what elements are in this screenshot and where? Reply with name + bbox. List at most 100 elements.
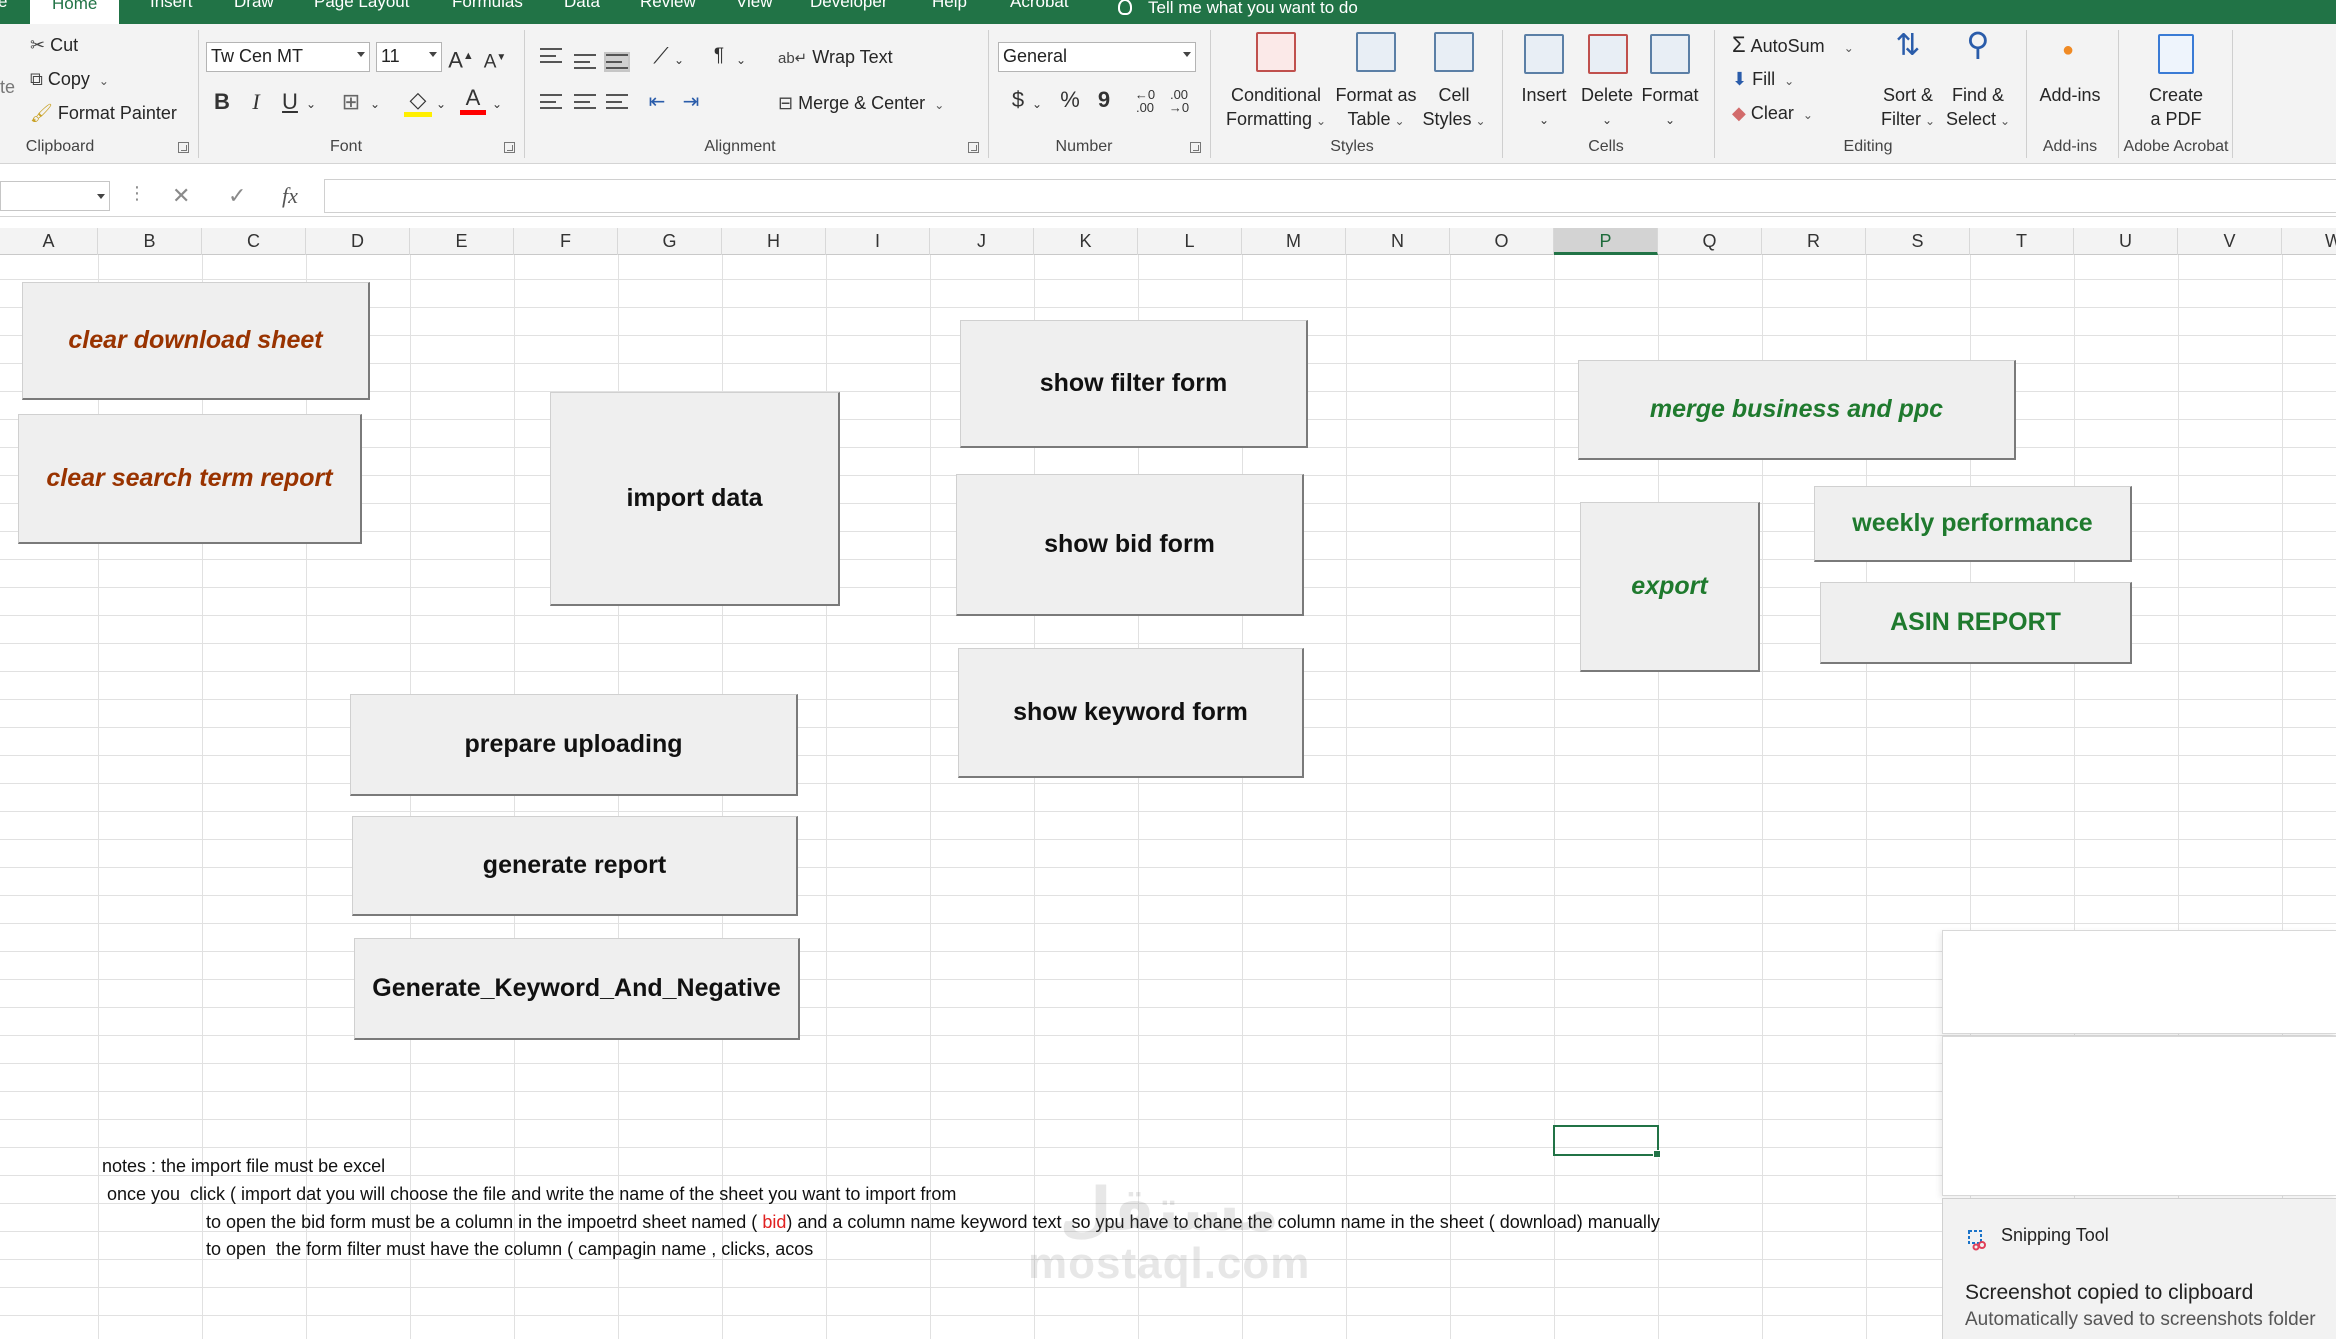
cut-button[interactable]: ✂ Cut	[30, 34, 78, 56]
align-bottom-icon[interactable]	[604, 52, 630, 72]
comma-button[interactable]: 9	[1090, 86, 1118, 114]
tab-draw[interactable]: Draw	[234, 0, 274, 24]
show-filter-form-button[interactable]: show filter form	[960, 320, 1308, 448]
create-pdf-label-2[interactable]: a PDF	[2150, 108, 2201, 130]
pdf-document-icon[interactable]	[2158, 34, 2194, 74]
export-button[interactable]: export	[1580, 502, 1760, 672]
percent-button[interactable]: %	[1056, 86, 1084, 114]
font-color-icon[interactable]: A	[460, 86, 486, 115]
delete-cells-label[interactable]: Delete	[1581, 84, 1633, 106]
asin-report-button[interactable]: ASIN REPORT	[1820, 582, 2132, 664]
clipboard-launcher-icon[interactable]	[178, 142, 189, 153]
column-header-r[interactable]: R	[1762, 228, 1866, 255]
snipping-tool-toast[interactable]: Snipping Tool Screenshot copied to clipb…	[1942, 1198, 2336, 1339]
align-center-icon[interactable]	[574, 94, 596, 110]
tab-insert[interactable]: Insert	[150, 0, 193, 24]
column-header-d[interactable]: D	[306, 228, 410, 255]
conditional-formatting-icon[interactable]	[1256, 32, 1296, 72]
tab-developer[interactable]: Developer	[810, 0, 888, 24]
column-header-o[interactable]: O	[1450, 228, 1554, 255]
underline-dropdown-icon[interactable]: ⌄	[306, 92, 316, 116]
delete-cells-icon[interactable]	[1588, 34, 1628, 74]
align-top-icon[interactable]	[540, 48, 562, 64]
align-left-icon[interactable]	[540, 94, 562, 110]
currency-dropdown-icon[interactable]: ⌄	[1032, 92, 1042, 116]
align-right-icon[interactable]	[606, 94, 628, 110]
tab-page-layout[interactable]: Page Layout	[314, 0, 409, 24]
column-header-s[interactable]: S	[1866, 228, 1970, 255]
font-size-dropdown[interactable]: 11	[376, 42, 442, 72]
decrease-decimal-icon[interactable]: .00 →0	[1166, 88, 1192, 114]
cell-styles-label-1[interactable]: Cell	[1438, 84, 1469, 106]
alignment-launcher-icon[interactable]	[968, 142, 979, 153]
cancel-entry-icon[interactable]: ✕	[172, 183, 190, 209]
paste-partial-label[interactable]: te	[0, 76, 15, 98]
increase-font-icon[interactable]: A▲	[448, 44, 474, 72]
column-header-l[interactable]: L	[1138, 228, 1242, 255]
fill-color-dropdown-icon[interactable]: ⌄	[436, 92, 446, 116]
sort-filter-icon[interactable]: ⇅	[1886, 31, 1930, 61]
column-header-a[interactable]: A	[0, 228, 98, 255]
chevron-down-icon[interactable]: ⌄	[1538, 108, 1550, 132]
autosum-button[interactable]: Σ AutoSum ⌄	[1732, 34, 1854, 59]
column-header-u[interactable]: U	[2074, 228, 2178, 255]
active-cell-p[interactable]	[1553, 1125, 1661, 1158]
italic-button[interactable]: I	[242, 88, 270, 116]
name-box[interactable]	[0, 181, 110, 211]
font-name-dropdown[interactable]: Tw Cen MT	[206, 42, 370, 72]
format-as-table-icon[interactable]	[1356, 32, 1396, 72]
generate-report-button[interactable]: generate report	[352, 816, 798, 916]
font-launcher-icon[interactable]	[504, 142, 515, 153]
prepare-uploading-button[interactable]: prepare uploading	[350, 694, 798, 796]
number-format-dropdown[interactable]: General	[998, 42, 1196, 72]
orientation-dropdown-icon[interactable]: ⌄	[674, 48, 684, 72]
borders-dropdown-icon[interactable]: ⌄	[370, 92, 380, 116]
conditional-formatting-label-2[interactable]: Formatting ⌄	[1226, 108, 1326, 132]
column-header-m[interactable]: M	[1242, 228, 1346, 255]
text-direction-icon[interactable]: ¶	[706, 44, 732, 68]
format-as-table-label-2[interactable]: Table ⌄	[1347, 108, 1404, 132]
column-header-c[interactable]: C	[202, 228, 306, 255]
generate-keyword-and-negative-button[interactable]: Generate_Keyword_And_Negative	[354, 938, 800, 1040]
column-header-q[interactable]: Q	[1658, 228, 1762, 255]
chevron-down-icon[interactable]: ⌄	[1601, 108, 1613, 132]
column-header-t[interactable]: T	[1970, 228, 2074, 255]
column-header-n[interactable]: N	[1346, 228, 1450, 255]
add-ins-icon[interactable]: ●	[2058, 38, 2078, 62]
show-bid-form-button[interactable]: show bid form	[956, 474, 1304, 616]
format-cells-label[interactable]: Format	[1641, 84, 1698, 106]
cell-styles-label-2[interactable]: Styles ⌄	[1422, 108, 1485, 132]
decrease-font-icon[interactable]: A▼	[482, 46, 508, 74]
font-color-dropdown-icon[interactable]: ⌄	[492, 92, 502, 116]
format-as-table-label-1[interactable]: Format as	[1335, 84, 1416, 106]
increase-indent-icon[interactable]: ⇥	[678, 90, 704, 114]
magnifier-icon[interactable]: ⚲	[1956, 28, 2000, 60]
sort-filter-label-2[interactable]: Filter ⌄	[1881, 108, 1935, 132]
clear-button[interactable]: ◆ Clear ⌄	[1732, 102, 1813, 126]
increase-decimal-icon[interactable]: ←0.00	[1132, 88, 1158, 114]
fill-color-icon[interactable]: ◇	[404, 88, 432, 117]
column-header-p[interactable]: P	[1554, 228, 1658, 255]
tab-file-partial[interactable]: e	[0, 0, 7, 24]
column-header-h[interactable]: H	[722, 228, 826, 255]
chevron-down-icon[interactable]: ⌄	[1664, 108, 1676, 132]
import-data-button[interactable]: import data	[550, 392, 840, 606]
column-header-j[interactable]: J	[930, 228, 1034, 255]
copy-dropdown-icon[interactable]: ⌄	[99, 74, 109, 88]
find-select-label-2[interactable]: Select ⌄	[1946, 108, 2010, 132]
fill-button[interactable]: ⬇ Fill ⌄	[1732, 68, 1794, 92]
merge-dropdown-icon[interactable]: ⌄	[934, 98, 944, 112]
format-cells-icon[interactable]	[1650, 34, 1690, 74]
column-header-i[interactable]: I	[826, 228, 930, 255]
tell-me-search[interactable]: Tell me what you want to do	[1118, 0, 1358, 24]
tab-formulas[interactable]: Formulas	[452, 0, 523, 24]
underline-button[interactable]: U	[276, 88, 304, 116]
tab-view[interactable]: View	[736, 0, 773, 24]
wrap-text-button[interactable]: ab↵ Wrap Text	[778, 46, 893, 70]
tab-help[interactable]: Help	[932, 0, 967, 24]
column-header-v[interactable]: V	[2178, 228, 2282, 255]
insert-function-icon[interactable]: fx	[282, 183, 298, 209]
text-direction-dropdown-icon[interactable]: ⌄	[736, 48, 746, 72]
tab-acrobat[interactable]: Acrobat	[1010, 0, 1069, 24]
clear-download-sheet-button[interactable]: clear download sheet	[22, 282, 370, 400]
